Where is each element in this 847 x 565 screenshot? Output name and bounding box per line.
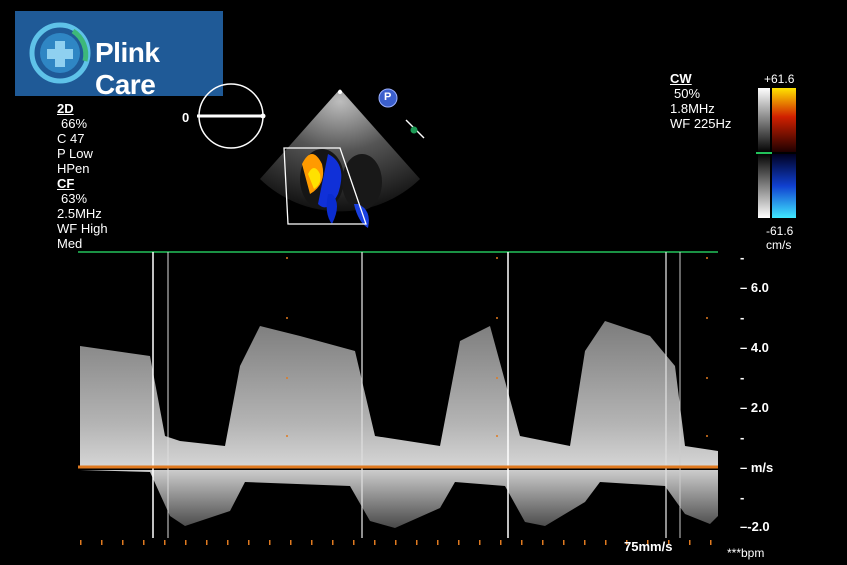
velocity-tick-label: 2.0 (750, 400, 769, 415)
velocity-tick-label: 6.0 (750, 280, 769, 295)
color-scale-min-value: -61.6 (766, 224, 794, 238)
mode-2d-line: C 47 (57, 131, 85, 146)
cw-settings: CW 50% 1.8MHz WF 225Hz (670, 71, 731, 131)
mode-cw-line: WF 225Hz (670, 116, 732, 131)
mode-cw-header: CW (670, 71, 692, 86)
mode-cw-line: 1.8MHz (670, 101, 715, 116)
echo-sector-image (260, 89, 420, 228)
mode-cf-line: 2.5MHz (57, 206, 102, 221)
doppler-cursor-icon (405, 119, 425, 139)
mode-cf-line: 63% (61, 191, 88, 206)
mode-2d-line: P Low (57, 146, 93, 161)
medical-cross-icon (29, 22, 91, 84)
color-velocity-bar (756, 88, 796, 218)
sweep-speed: 75mm/s (624, 539, 673, 554)
color-scale-max: +61.6 (764, 72, 795, 86)
velocity-scale: - – 6.0 - – 4.0 - – 2.0 - – m/s - –-2.0 (740, 250, 774, 534)
imaging-settings: 2D 66% C 47 P Low HPen CF 63% 2.5MHz WF … (57, 101, 108, 251)
mode-cw-line: 50% (674, 86, 701, 101)
probe-marker-label: P (384, 91, 392, 103)
mode-2d-line: 66% (61, 116, 88, 131)
velocity-tick-label: -2.0 (747, 519, 770, 534)
velocity-tick-label: 4.0 (750, 340, 769, 355)
brand-logo: Plink Care (15, 11, 223, 100)
angle-value: 0 (182, 110, 190, 125)
doppler-spectrum (78, 251, 718, 545)
mode-cf-line: WF High (57, 221, 108, 236)
mode-cf-header: CF (57, 176, 75, 191)
mode-2d-header: 2D (57, 101, 74, 116)
velocity-unit: m/s (750, 460, 774, 475)
mode-2d-line: HPen (57, 161, 90, 176)
heart-rate: ***bpm (727, 546, 765, 560)
color-scale-min: -61.6 cm/s (766, 224, 793, 252)
